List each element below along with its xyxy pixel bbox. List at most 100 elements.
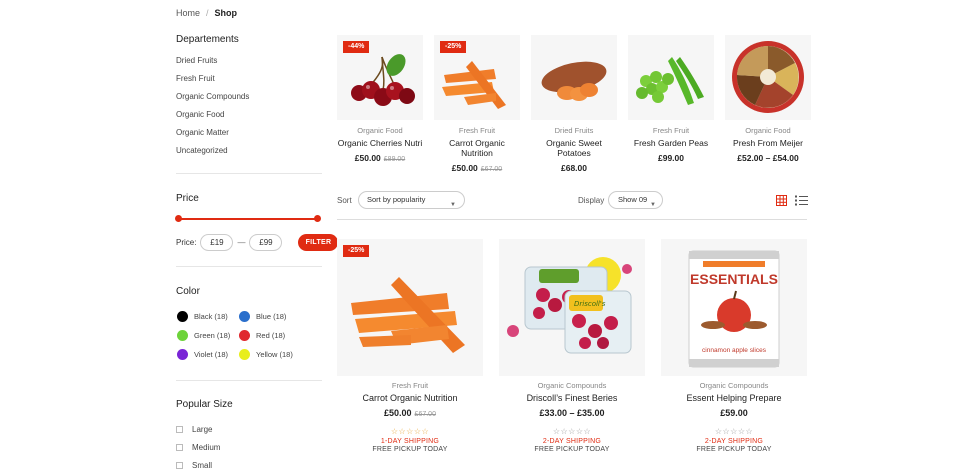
product-category[interactable]: Fresh Fruit <box>628 126 714 135</box>
price-slider[interactable] <box>175 215 321 222</box>
product-card[interactable]: Organic Food Presh From Meijer £52.00 – … <box>725 35 811 173</box>
product-category[interactable]: Dried Fruits <box>531 126 617 135</box>
departments-title: Departements <box>176 34 239 45</box>
breadcrumb-home[interactable]: Home <box>176 8 200 18</box>
product-price: £99.00 <box>628 153 714 163</box>
toolbar-divider <box>337 219 807 220</box>
product-price: £50.00 £67.00 <box>337 408 483 418</box>
color-option[interactable]: Black (18) <box>177 310 239 323</box>
product-sale-price: £99.00 <box>658 153 684 163</box>
sort-value: Sort by popularity <box>367 195 426 204</box>
product-sale-price: £59.00 <box>720 408 748 418</box>
star-rating[interactable]: ☆☆☆☆☆ <box>661 427 807 436</box>
spice-bowl-image[interactable] <box>725 35 811 120</box>
divider <box>176 173 322 174</box>
list-view-icon[interactable] <box>795 195 808 206</box>
department-link[interactable]: Organic Matter <box>176 127 322 145</box>
product-category[interactable]: Fresh Fruit <box>434 126 520 135</box>
divider <box>176 380 322 381</box>
product-sale-price: £50.00 <box>451 163 478 173</box>
carrots-image[interactable]: -25% <box>434 35 520 120</box>
apple-can-image[interactable]: ESSENTIALS cinnamon apple slices <box>661 239 807 376</box>
sidebar: Departements Dried Fruits Fresh Fruit Or… <box>175 34 339 470</box>
color-swatch <box>239 311 250 322</box>
price-min-field[interactable]: £19 <box>200 234 234 251</box>
discount-badge: -25% <box>343 245 370 257</box>
popular-size-title: Popular Size <box>176 399 233 410</box>
product-name[interactable]: Carrot Organic Nutrition <box>434 138 520 158</box>
star-rating[interactable]: ☆☆☆☆☆ <box>337 427 483 436</box>
product-category[interactable]: Organic Food <box>337 126 423 135</box>
price-max-field[interactable]: £99 <box>249 234 283 251</box>
product-card[interactable]: -25% Fresh Fruit Carrot Organic Nutritio… <box>337 239 483 453</box>
department-link[interactable]: Uncategorized <box>176 145 322 163</box>
product-category[interactable]: Organic Compounds <box>499 381 645 390</box>
size-label: Large <box>192 424 213 434</box>
department-link[interactable]: Organic Compounds <box>176 91 322 109</box>
size-checkbox[interactable] <box>176 461 183 469</box>
product-card[interactable]: Dried Fruits Organic Sweet Potatoes £68.… <box>531 35 617 173</box>
color-option[interactable]: Violet (18) <box>177 348 239 361</box>
departments-list: Dried Fruits Fresh Fruit Organic Compoun… <box>176 55 322 163</box>
discount-badge: -44% <box>343 41 370 53</box>
shipping-label: 1-DAY SHIPPING <box>380 438 440 445</box>
color-option[interactable]: Yellow (18) <box>239 348 301 361</box>
carrots-image[interactable]: -25% <box>337 239 483 376</box>
department-link[interactable]: Dried Fruits <box>176 55 322 73</box>
pickup-label: FREE PICKUP TODAY <box>696 446 772 453</box>
color-option[interactable]: Green (18) <box>177 329 239 342</box>
product-name[interactable]: Fresh Garden Peas <box>628 138 714 148</box>
color-label: Yellow (18) <box>256 350 293 359</box>
product-name[interactable]: Essent Helping Prepare <box>661 393 807 403</box>
product-category[interactable]: Organic Compounds <box>661 381 807 390</box>
product-sale-price: £50.00 <box>384 408 412 418</box>
can-title: ESSENTIALS <box>690 271 778 287</box>
star-rating[interactable]: ☆☆☆☆☆ <box>499 427 645 436</box>
product-card[interactable]: Driscoll's Organic Compounds Driscoll’s … <box>499 239 645 453</box>
product-category[interactable]: Fresh Fruit <box>337 381 483 390</box>
color-swatch <box>177 349 188 360</box>
product-card[interactable]: ESSENTIALS cinnamon apple slices Organic… <box>661 239 807 453</box>
shop-toolbar: Sort Sort by popularity ▼ Display Show 09… <box>337 191 808 209</box>
product-card[interactable]: -25% Fresh Fruit Carrot Organic Nutritio… <box>434 35 520 173</box>
price-slider-max-handle[interactable] <box>314 215 321 222</box>
department-link[interactable]: Organic Food <box>176 109 322 127</box>
filter-button[interactable]: FILTER <box>298 234 339 251</box>
product-category[interactable]: Organic Food <box>725 126 811 135</box>
size-option[interactable]: Large <box>176 420 220 438</box>
price-title: Price <box>176 193 199 204</box>
color-option[interactable]: Blue (18) <box>239 310 301 323</box>
product-sale-price: £68.00 <box>561 163 587 173</box>
size-checkbox[interactable] <box>176 443 183 451</box>
product-name[interactable]: Presh From Meijer <box>725 138 811 148</box>
product-price: £50.00 £89.00 <box>337 153 423 163</box>
product-name[interactable]: Carrot Organic Nutrition <box>337 393 483 403</box>
product-card[interactable]: Fresh Fruit Fresh Garden Peas £99.00 <box>628 35 714 173</box>
breadcrumb-current: Shop <box>214 8 238 18</box>
product-price: £68.00 <box>531 163 617 173</box>
product-name[interactable]: Organic Cherries Nutri <box>337 138 423 148</box>
product-card[interactable]: -44% Organic Food Organic Cherries Nutri… <box>337 35 423 173</box>
size-option[interactable]: Medium <box>176 438 220 456</box>
product-price: £59.00 <box>661 408 807 418</box>
sweet-potato-image[interactable] <box>531 35 617 120</box>
product-name[interactable]: Organic Sweet Potatoes <box>531 138 617 158</box>
size-option[interactable]: Small <box>176 456 220 471</box>
price-slider-min-handle[interactable] <box>175 215 182 222</box>
pickup-label: FREE PICKUP TODAY <box>372 446 448 453</box>
size-checkbox[interactable] <box>176 425 183 433</box>
show-count-select[interactable]: Show 09 ▼ <box>608 191 663 209</box>
color-label: Black (18) <box>194 312 228 321</box>
peas-image[interactable] <box>628 35 714 120</box>
color-label: Red (18) <box>256 331 286 340</box>
cherries-image[interactable]: -44% <box>337 35 423 120</box>
color-option[interactable]: Red (18) <box>239 329 301 342</box>
berries-pack-image[interactable]: Driscoll's <box>499 239 645 376</box>
department-link[interactable]: Fresh Fruit <box>176 73 322 91</box>
price-dash: — <box>237 238 246 247</box>
grid-view-icon[interactable] <box>776 195 787 206</box>
sort-select[interactable]: Sort by popularity ▼ <box>358 191 465 209</box>
product-name[interactable]: Driscoll’s Finest Beries <box>499 393 645 403</box>
featured-products: -44% Organic Food Organic Cherries Nutri… <box>337 35 811 173</box>
product-old-price: £67.00 <box>480 166 503 173</box>
